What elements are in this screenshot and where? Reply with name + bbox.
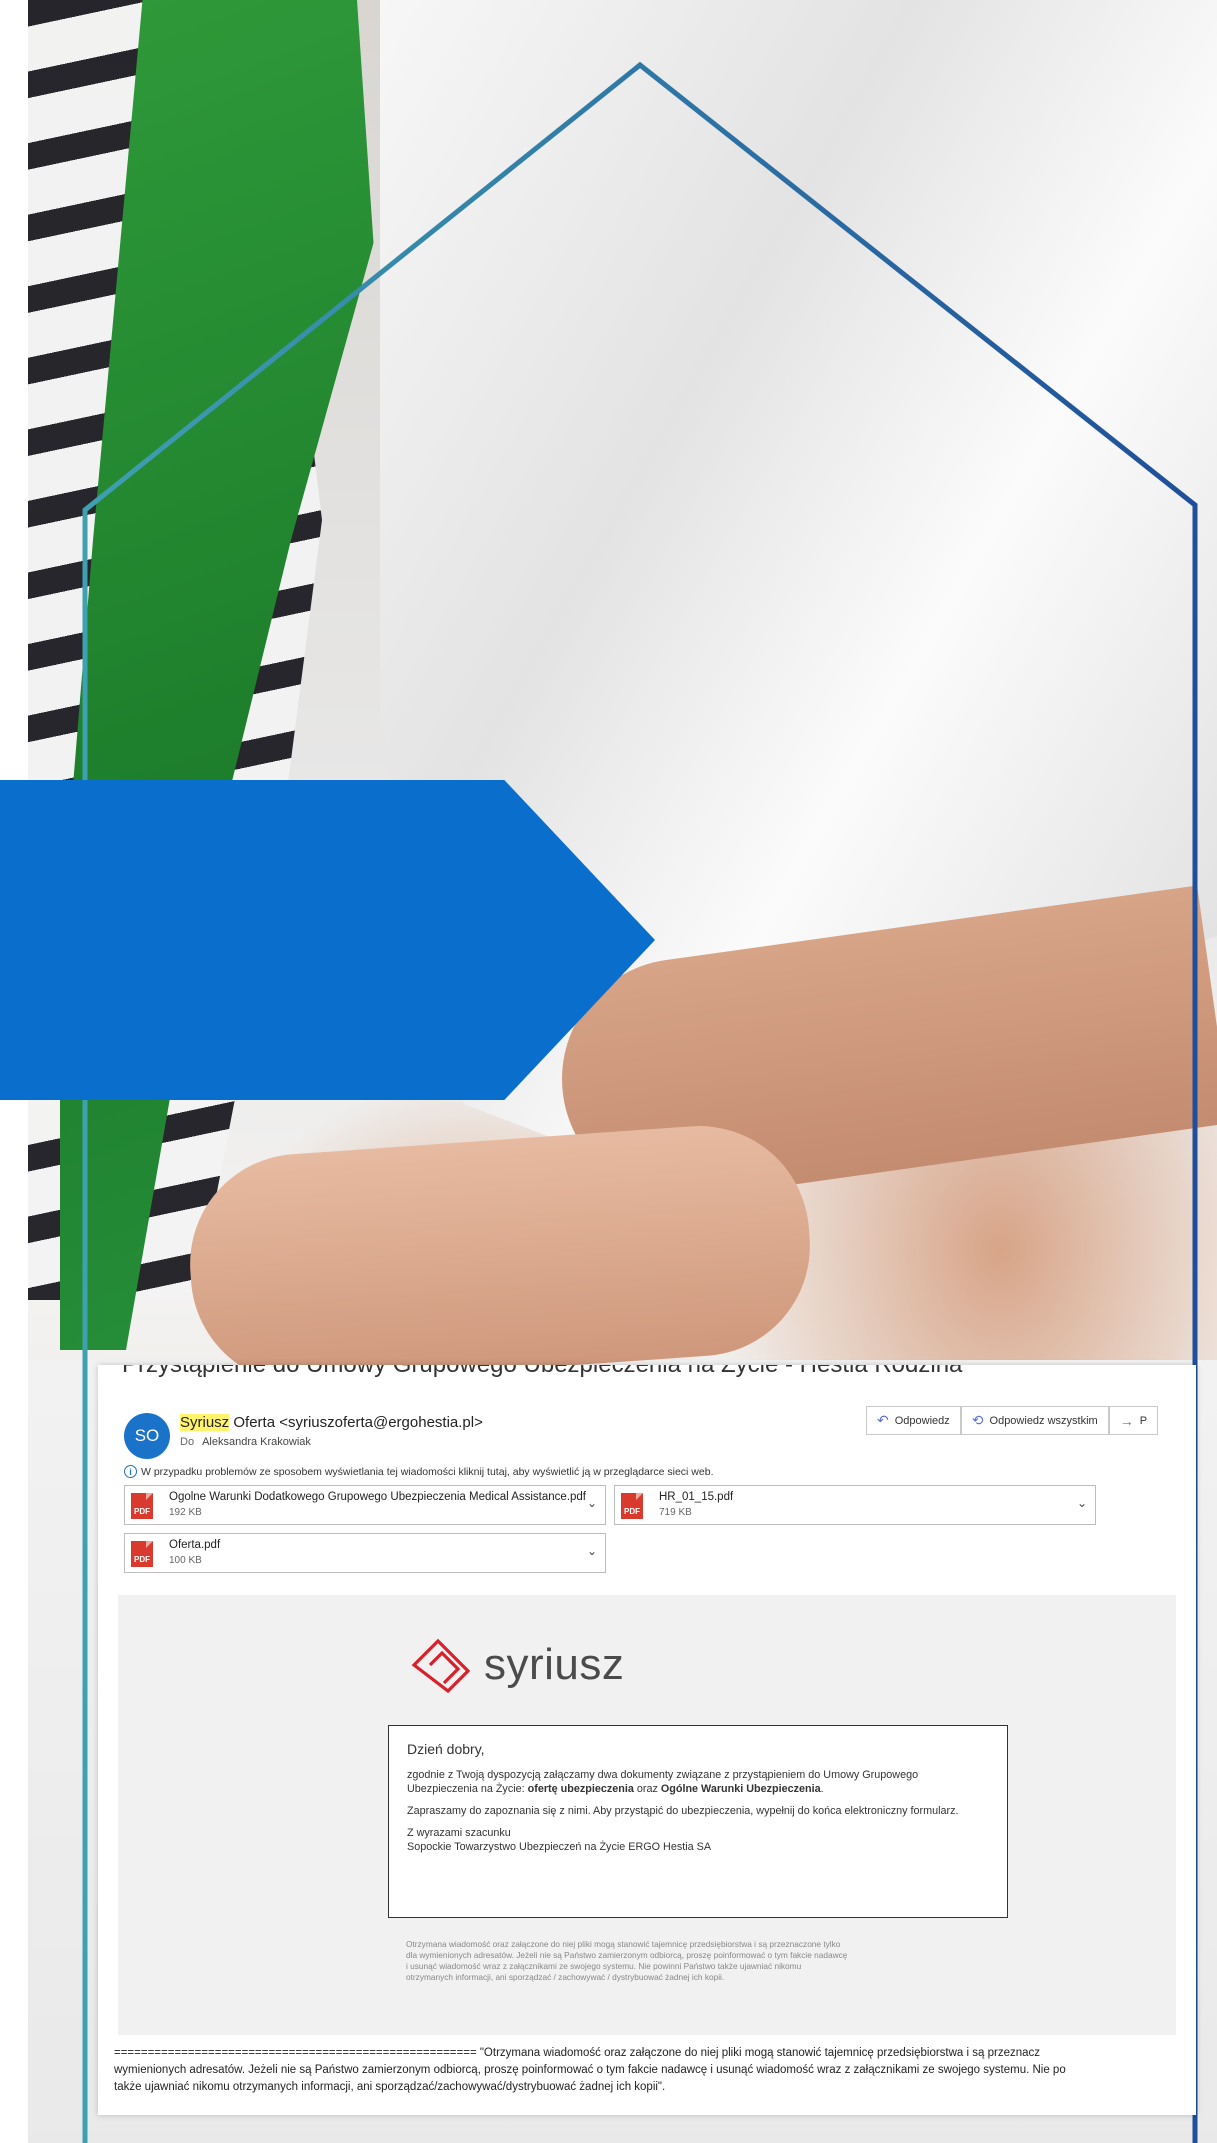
reply-all-icon: ⟲ xyxy=(971,1412,984,1428)
message-box: Dzień dobry, zgodnie z Twoją dyspozycją … xyxy=(388,1725,1008,1918)
disclaimer: Otrzymana wiadomość oraz załączone do ni… xyxy=(406,1939,848,1982)
email-actions: ↶ Odpowiedz ⟲ Odpowiedz wszystkim → P xyxy=(866,1406,1159,1435)
reply-button[interactable]: ↶ Odpowiedz xyxy=(866,1406,961,1435)
pdf-icon: PDF xyxy=(131,1541,153,1567)
reply-label: Odpowiedz xyxy=(894,1414,950,1427)
forward-button[interactable]: → P xyxy=(1108,1406,1159,1435)
chevron-down-icon[interactable]: ⌄ xyxy=(587,1496,597,1510)
attachment-3[interactable]: PDF Oferta.pdf 100 KB ⌄ xyxy=(124,1533,606,1573)
email-subject: Przystąpienie do Umowy Grupowego Ubezpie… xyxy=(122,1365,962,1379)
pdf-icon: PDF xyxy=(131,1493,153,1519)
syriusz-logo-icon xyxy=(411,1638,471,1694)
logo-wordmark: syriusz xyxy=(484,1640,625,1689)
greeting: Dzień dobry, xyxy=(407,1741,485,1757)
email-body: syriusz Dzień dobry, zgodnie z Twoją dys… xyxy=(118,1595,1176,2035)
attachment-1[interactable]: PDF Ogolne Warunki Dodatkowego Grupowego… xyxy=(124,1485,606,1525)
info-icon: i xyxy=(124,1465,137,1478)
reply-all-label: Odpowiedz wszystkim xyxy=(989,1414,1098,1427)
chevron-down-icon[interactable]: ⌄ xyxy=(1077,1496,1087,1510)
recipient-line: Do Aleksandra Krakowiak xyxy=(180,1436,311,1448)
attachment-name: Oferta.pdf xyxy=(169,1539,221,1551)
syriusz-logo: syriusz xyxy=(408,1635,624,1695)
reply-all-button[interactable]: ⟲ Odpowiedz wszystkim xyxy=(960,1406,1109,1435)
paragraph-2: Zapraszamy do zapoznania się z nimi. Aby… xyxy=(407,1805,959,1817)
attachment-name: HR_01_15.pdf xyxy=(659,1491,734,1503)
forward-icon: → xyxy=(1119,1412,1134,1429)
forward-label: P xyxy=(1139,1414,1148,1427)
info-text: W przypadku problemów ze sposobem wyświe… xyxy=(141,1465,714,1478)
paragraph-1: zgodnie z Twoją dyspozycją załączamy dwa… xyxy=(407,1769,919,1795)
sender-avatar[interactable]: SO xyxy=(124,1413,170,1459)
signature: Z wyrazami szacunku Sopockie Towarzystwo … xyxy=(407,1827,712,1853)
recipient-name[interactable]: Aleksandra Krakowiak xyxy=(202,1436,311,1448)
email-window: Przystąpienie do Umowy Grupowego Ubezpie… xyxy=(98,1365,1196,2115)
attachment-2[interactable]: PDF HR_01_15.pdf 719 KB ⌄ xyxy=(614,1485,1096,1525)
attachment-name: Ogolne Warunki Dodatkowego Grupowego Ube… xyxy=(169,1491,586,1503)
attachment-size: 719 KB xyxy=(659,1507,692,1518)
info-bar[interactable]: i W przypadku problemów ze sposobem wyśw… xyxy=(124,1465,713,1478)
to-label: Do xyxy=(180,1436,195,1448)
footer-notice: ========================================… xyxy=(114,2047,1066,2093)
reply-icon: ↶ xyxy=(877,1412,889,1428)
chevron-down-icon[interactable]: ⌄ xyxy=(587,1544,597,1558)
attachment-size: 192 KB xyxy=(169,1507,202,1518)
sender-address: Oferta <syriuszoferta@ergohestia.pl> xyxy=(229,1414,483,1431)
attachment-size: 100 KB xyxy=(169,1555,202,1566)
sender-highlight: Syriusz xyxy=(180,1414,230,1431)
pdf-icon: PDF xyxy=(621,1493,643,1519)
sender-line[interactable]: Syriusz Oferta <syriuszoferta@ergohestia… xyxy=(180,1414,483,1431)
